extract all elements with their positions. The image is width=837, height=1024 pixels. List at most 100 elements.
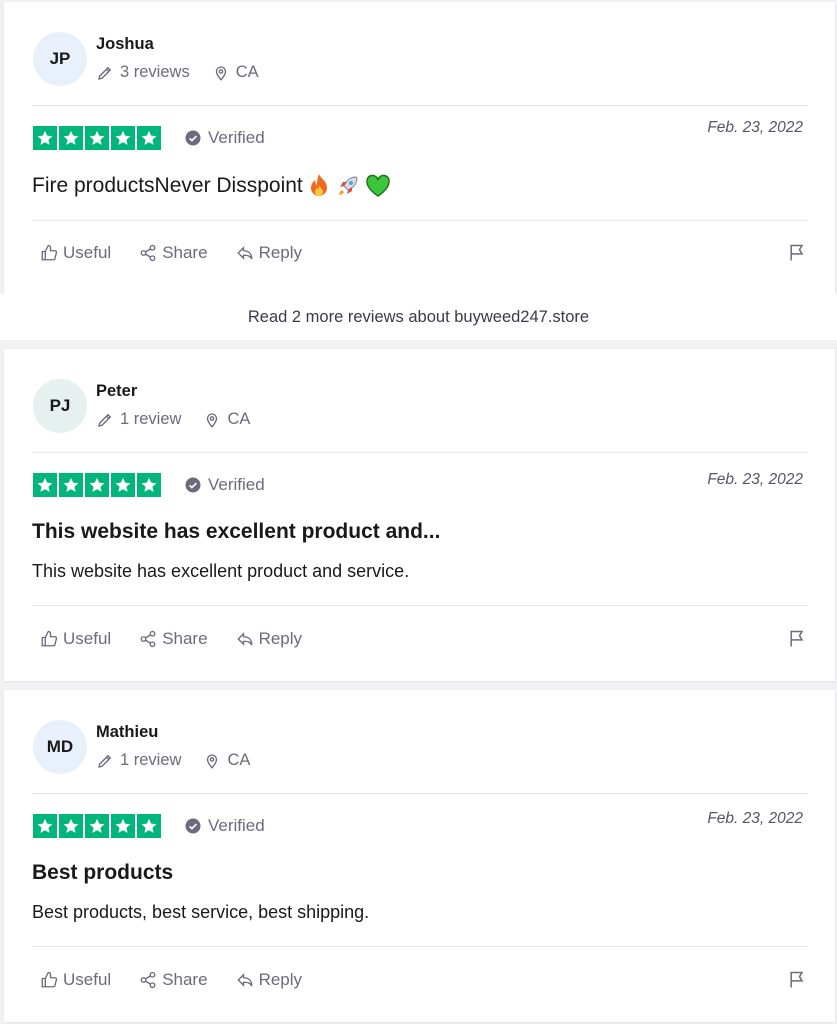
avatar[interactable]: MD — [33, 720, 87, 774]
review-date: Feb. 23, 2022 — [707, 810, 803, 827]
star-icon — [85, 126, 109, 150]
share-label: Share — [162, 243, 208, 262]
review-count-label: 1 review — [120, 751, 182, 769]
thumbs-up-icon — [41, 244, 58, 261]
reply-button[interactable]: Reply — [236, 629, 302, 649]
reviewer-location: CA — [203, 410, 250, 429]
verified-badge[interactable]: Verified — [184, 816, 265, 836]
divider — [32, 605, 808, 606]
star-icon — [33, 126, 57, 150]
star-icon — [85, 473, 109, 497]
verified-label: Verified — [208, 475, 265, 494]
thumbs-up-icon — [41, 971, 58, 988]
review-count-label: 3 reviews — [120, 63, 190, 81]
star-icon — [137, 814, 161, 838]
flag-icon — [790, 630, 804, 647]
rocket-emoji-icon — [335, 173, 361, 199]
share-button[interactable]: Share — [139, 243, 208, 263]
share-button[interactable]: Share — [139, 629, 208, 649]
reply-label: Reply — [258, 970, 303, 989]
thumbs-up-icon — [41, 630, 58, 647]
useful-label: Useful — [63, 970, 112, 989]
report-flag-button[interactable] — [787, 629, 807, 654]
review-title[interactable]: This website has excellent product and..… — [32, 520, 440, 544]
share-icon — [140, 244, 156, 262]
useful-label: Useful — [63, 243, 112, 262]
star-icon — [59, 814, 83, 838]
review-body: This website has excellent product and s… — [32, 561, 410, 581]
reviewer-location: CA — [212, 63, 259, 82]
useful-button[interactable]: Useful — [40, 629, 111, 649]
share-icon — [140, 630, 156, 648]
reply-button[interactable]: Reply — [236, 970, 302, 990]
reviewer-name[interactable]: Peter — [96, 382, 137, 401]
fire-emoji-icon — [307, 173, 331, 199]
useful-label: Useful — [63, 629, 112, 648]
reply-icon — [236, 246, 252, 260]
country-label: CA — [235, 63, 259, 81]
star-icon — [59, 473, 83, 497]
review-count-label: 1 review — [120, 410, 182, 428]
useful-button[interactable]: Useful — [40, 243, 111, 263]
location-pin-icon — [207, 753, 218, 769]
star-icon — [111, 126, 135, 150]
review-title-text: Best products — [32, 861, 174, 884]
star-icon — [33, 814, 57, 838]
star-rating — [33, 473, 161, 497]
read-more-link[interactable]: Read 2 more reviews about buyweed247.sto… — [0, 294, 837, 340]
review-actions: Useful Share Reply — [40, 243, 330, 263]
divider — [32, 946, 808, 947]
star-icon — [137, 126, 161, 150]
review-count: 1 review — [96, 751, 181, 770]
check-circle-icon — [185, 130, 201, 146]
reviewer-name[interactable]: Mathieu — [96, 723, 158, 742]
review-title-text: This website has excellent product and..… — [32, 520, 441, 543]
verified-badge[interactable]: Verified — [184, 475, 265, 495]
useful-button[interactable]: Useful — [40, 970, 111, 990]
share-button[interactable]: Share — [139, 970, 208, 990]
review-body: Best products, best service, best shippi… — [32, 902, 370, 922]
check-circle-icon — [185, 818, 201, 834]
verified-label: Verified — [208, 128, 265, 147]
report-flag-button[interactable] — [787, 243, 807, 268]
review-actions: Useful Share Reply — [40, 970, 330, 990]
report-flag-button[interactable] — [787, 970, 807, 995]
review-date: Feb. 23, 2022 — [707, 471, 803, 488]
review-count: 1 review — [96, 410, 181, 429]
review-actions: Useful Share Reply — [40, 629, 330, 649]
reply-label: Reply — [258, 243, 303, 262]
review-title[interactable]: Best products — [32, 861, 173, 885]
flag-icon — [790, 244, 804, 261]
reviewer-location: CA — [203, 751, 250, 770]
country-label: CA — [227, 410, 251, 428]
review-date: Feb. 23, 2022 — [707, 119, 803, 136]
reply-button[interactable]: Reply — [236, 243, 302, 263]
avatar[interactable]: PJ — [33, 379, 87, 433]
pencil-icon — [98, 413, 112, 427]
pencil-icon — [98, 754, 112, 768]
star-icon — [59, 126, 83, 150]
share-label: Share — [162, 970, 208, 989]
divider — [32, 452, 808, 453]
reviewer-name[interactable]: Joshua — [96, 35, 154, 54]
star-icon — [33, 473, 57, 497]
review-card: JP Joshua 3 reviews CA Verified Feb. 23,… — [4, 2, 835, 294]
country-label: CA — [227, 751, 251, 769]
reply-icon — [236, 632, 252, 646]
review-title-text: Fire productsNever Disspoint — [32, 174, 303, 197]
green-heart-emoji-icon — [365, 174, 391, 198]
share-label: Share — [162, 629, 208, 648]
reviewer-meta: 1 review CA — [96, 751, 272, 770]
location-pin-icon — [215, 65, 226, 81]
review-title[interactable]: Fire productsNever Disspoint — [32, 173, 391, 199]
review-card: MD Mathieu 1 review CA Verified Feb. 23,… — [4, 690, 835, 1022]
read-more-label: Read 2 more reviews about buyweed247.sto… — [247, 307, 590, 326]
verified-label: Verified — [208, 816, 265, 835]
verified-badge[interactable]: Verified — [184, 128, 265, 148]
check-circle-icon — [185, 477, 201, 493]
avatar[interactable]: JP — [33, 32, 87, 86]
divider — [32, 220, 808, 221]
star-rating — [33, 814, 161, 838]
star-icon — [111, 473, 135, 497]
divider — [32, 105, 808, 106]
